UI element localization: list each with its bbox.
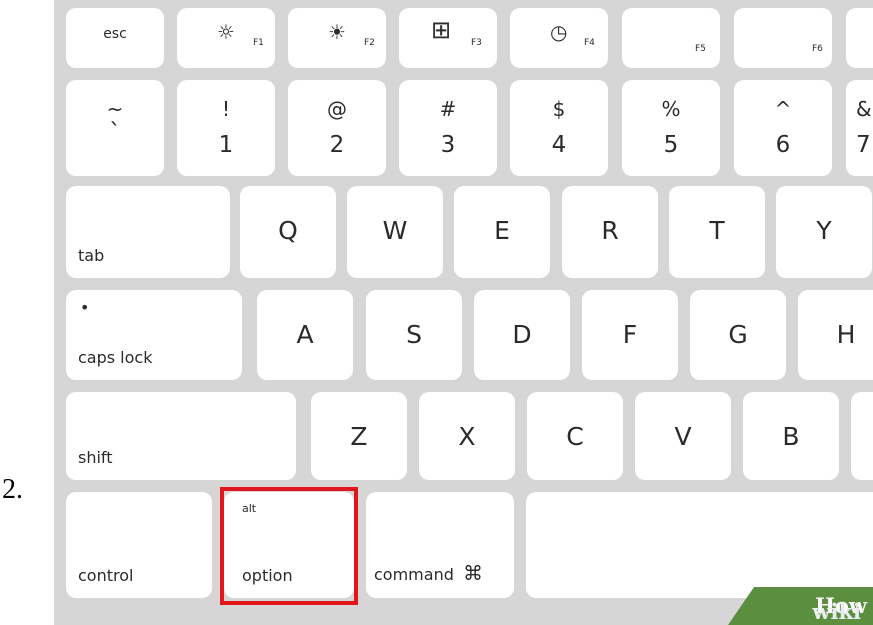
key-command[interactable]: command ⌘ (366, 492, 514, 598)
key-y[interactable]: Y (776, 186, 872, 278)
option-key-highlight (220, 487, 358, 605)
key-esc[interactable]: esc (66, 8, 164, 68)
key-d-label: D (512, 320, 532, 349)
key-1-bottom: 1 (218, 132, 234, 158)
key-tab-label: tab (78, 246, 105, 265)
key-f3[interactable]: ⊞ F3 (399, 8, 497, 68)
dashboard-icon: ◷ (550, 20, 568, 44)
key-f3-label: F3 (471, 38, 482, 48)
key-g-label: G (728, 320, 748, 349)
key-5[interactable]: % 5 (622, 80, 720, 176)
key-z[interactable]: Z (311, 392, 407, 480)
key-f[interactable]: F (582, 290, 678, 380)
key-1[interactable]: ! 1 (177, 80, 275, 176)
key-f1-label: F1 (253, 38, 264, 48)
key-space[interactable] (526, 492, 873, 598)
key-f6-label: F6 (812, 44, 823, 54)
caps-lock-indicator-icon: • (80, 298, 90, 317)
key-h-label: H (836, 320, 856, 349)
key-tab[interactable]: tab (66, 186, 230, 278)
key-f6[interactable]: F6 (734, 8, 832, 68)
key-s[interactable]: S (366, 290, 462, 380)
command-text: command (374, 565, 454, 584)
key-tilde-bottom: ` (109, 120, 121, 146)
brightness-down-icon: ☼ (217, 20, 235, 44)
key-q-label: Q (278, 216, 298, 245)
key-2[interactable]: @ 2 (288, 80, 386, 176)
key-tilde[interactable]: ~ ` (66, 80, 164, 176)
key-h[interactable]: H (798, 290, 873, 380)
key-g[interactable]: G (690, 290, 786, 380)
key-n[interactable] (851, 392, 873, 480)
key-3[interactable]: # 3 (399, 80, 497, 176)
key-f2-label: F2 (364, 38, 375, 48)
key-b-label: B (782, 422, 800, 451)
key-4-bottom: 4 (551, 132, 567, 158)
key-w[interactable]: W (347, 186, 443, 278)
key-f5[interactable]: F5 (622, 8, 720, 68)
key-shift-label: shift (78, 448, 113, 467)
key-r[interactable]: R (562, 186, 658, 278)
key-control-label: control (78, 566, 134, 585)
key-7[interactable]: & 7 (846, 80, 873, 176)
key-f1[interactable]: ☼ F1 (177, 8, 275, 68)
key-caps-lock-label: caps lock (78, 348, 153, 367)
key-f4-label: F4 (584, 38, 595, 48)
key-5-bottom: 5 (663, 132, 679, 158)
key-control[interactable]: control (66, 492, 212, 598)
key-esc-label: esc (103, 26, 127, 42)
key-f4[interactable]: ◷ F4 (510, 8, 608, 68)
key-e[interactable]: E (454, 186, 550, 278)
keyboard: esc ☼ F1 ☀ F2 ⊞ F3 ◷ F4 F5 F6 ~ ` ! 1 @ … (54, 0, 873, 625)
key-b[interactable]: B (743, 392, 839, 480)
key-tilde-top: ~ (106, 97, 124, 121)
key-c[interactable]: C (527, 392, 623, 480)
key-z-label: Z (350, 422, 368, 451)
key-e-label: E (494, 216, 510, 245)
key-t[interactable]: T (669, 186, 765, 278)
key-f7[interactable] (846, 8, 873, 68)
list-number: 2. (2, 474, 23, 505)
key-v[interactable]: V (635, 392, 731, 480)
key-r-label: R (601, 216, 619, 245)
key-d[interactable]: D (474, 290, 570, 380)
key-command-label: command ⌘ (374, 561, 483, 585)
key-x[interactable]: X (419, 392, 515, 480)
command-icon: ⌘ (462, 561, 483, 585)
key-c-label: C (566, 422, 584, 451)
key-f5-label: F5 (695, 44, 706, 54)
key-a-label: A (296, 320, 314, 349)
key-2-top: @ (327, 97, 347, 121)
key-t-label: T (709, 216, 725, 245)
key-f2[interactable]: ☀ F2 (288, 8, 386, 68)
key-6[interactable]: ^ 6 (734, 80, 832, 176)
watermark-wiki: wiki (812, 599, 861, 624)
key-7-top: & (856, 97, 872, 121)
key-4[interactable]: $ 4 (510, 80, 608, 176)
key-a[interactable]: A (257, 290, 353, 380)
key-1-top: ! (221, 97, 231, 121)
key-3-top: # (439, 97, 457, 121)
key-6-bottom: 6 (775, 132, 791, 158)
key-5-top: % (661, 97, 681, 121)
key-4-top: $ (552, 97, 566, 121)
key-q[interactable]: Q (240, 186, 336, 278)
key-v-label: V (674, 422, 692, 451)
key-7-bottom: 7 (856, 132, 871, 158)
key-3-bottom: 3 (440, 132, 456, 158)
brightness-up-icon: ☀ (328, 20, 346, 44)
key-f-label: F (622, 320, 638, 349)
key-caps-lock[interactable]: • caps lock (66, 290, 242, 380)
key-y-label: Y (816, 216, 832, 245)
key-s-label: S (406, 320, 422, 349)
key-2-bottom: 2 (329, 132, 345, 158)
key-6-top: ^ (774, 97, 792, 121)
key-w-label: W (382, 216, 408, 245)
mission-control-icon: ⊞ (431, 16, 452, 44)
key-x-label: X (458, 422, 476, 451)
key-shift[interactable]: shift (66, 392, 296, 480)
